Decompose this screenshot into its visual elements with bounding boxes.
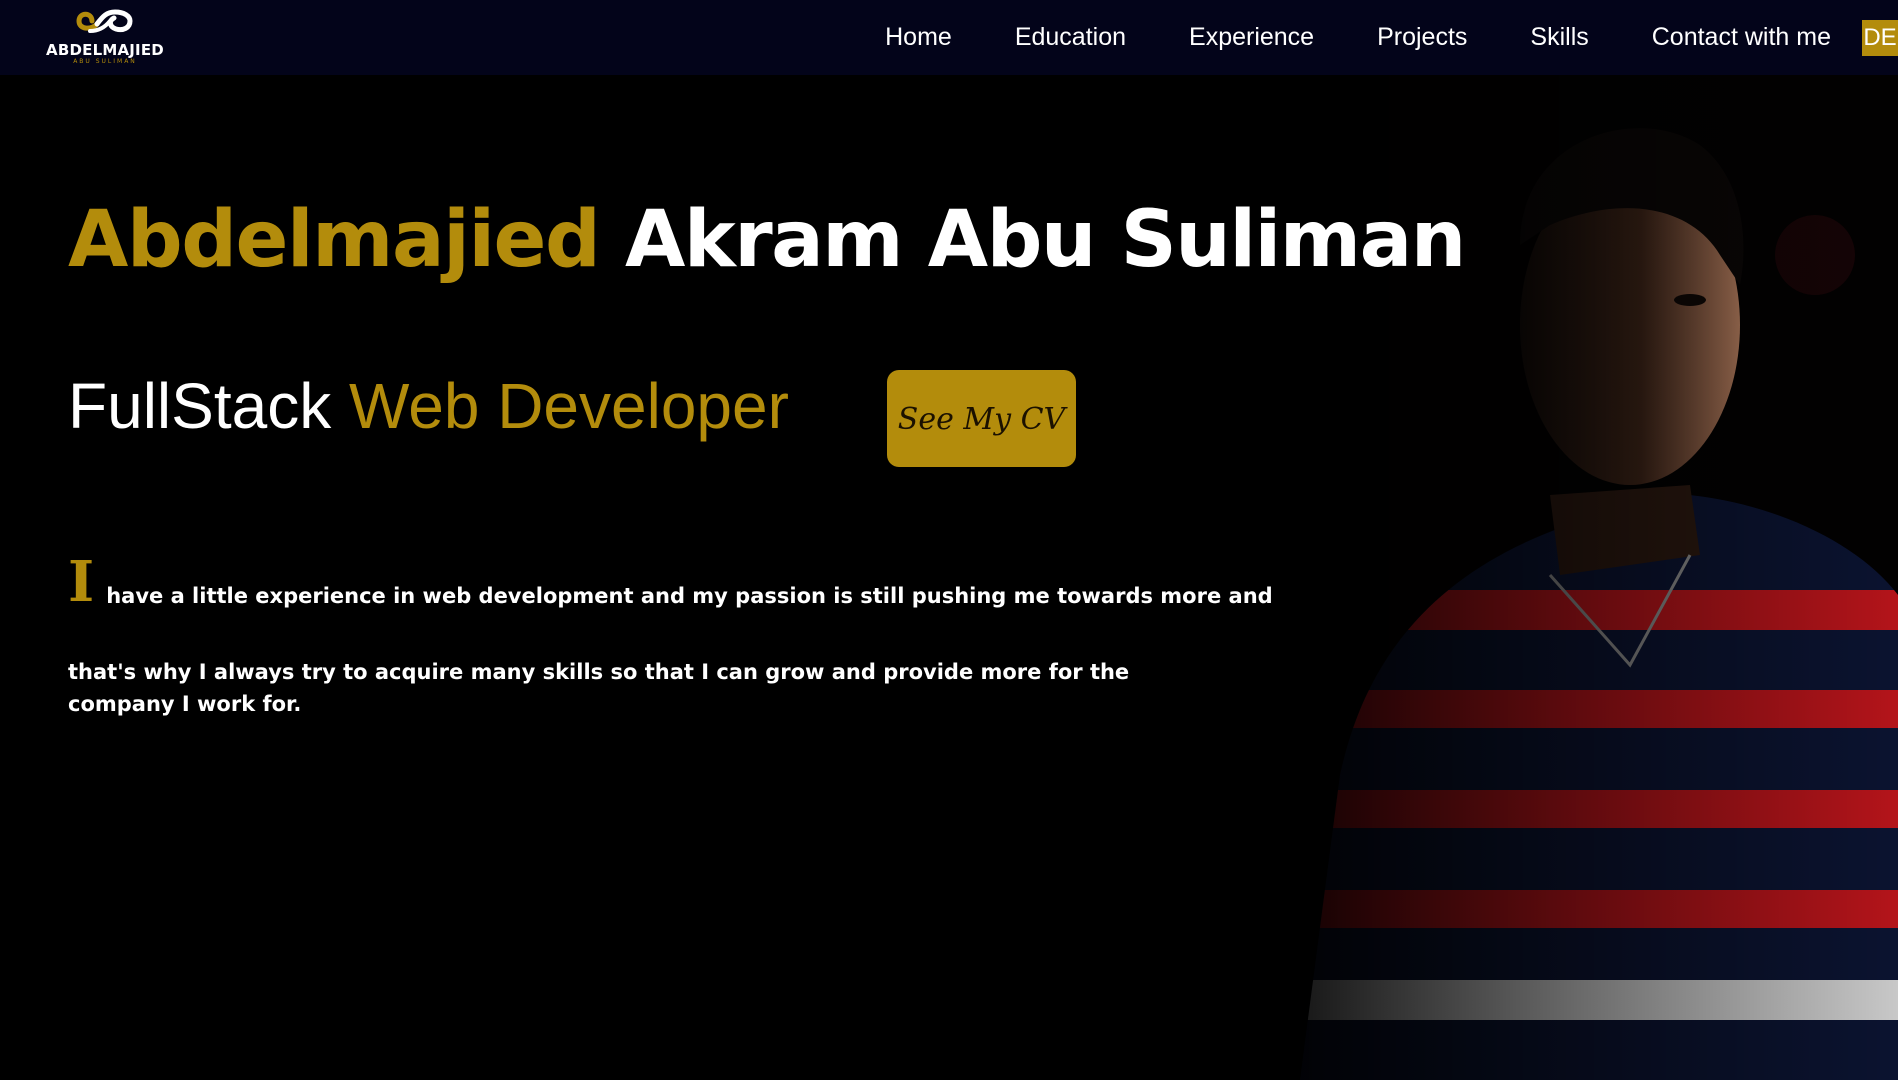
- role-main: Web Developer: [348, 370, 789, 442]
- navbar: ABDELMAJIED ABU SULIMAN Home Education E…: [0, 0, 1898, 75]
- about-text-line2: that's why I always try to acquire many …: [68, 660, 1130, 716]
- hero-first-name: Abdelmajied: [68, 195, 601, 285]
- see-cv-button[interactable]: See My CV: [887, 370, 1076, 467]
- hero-name: Abdelmajied Akram Abu Suliman: [68, 190, 1466, 290]
- nav-item-projects[interactable]: Projects: [1377, 23, 1467, 52]
- logo-name: ABDELMAJIED: [46, 41, 164, 59]
- about-first-line: I have a little experience in web develo…: [68, 548, 1273, 615]
- logo[interactable]: ABDELMAJIED ABU SULIMAN: [46, 4, 164, 70]
- nav-item-education[interactable]: Education: [1015, 23, 1126, 52]
- nav-item-skills[interactable]: Skills: [1530, 23, 1588, 52]
- logo-subtitle: ABU SULIMAN: [73, 58, 137, 65]
- role-prefix: FullStack: [68, 370, 332, 442]
- nav-item-contact[interactable]: Contact with me: [1652, 23, 1831, 52]
- language-button[interactable]: DE: [1862, 19, 1898, 56]
- drop-cap: I: [68, 549, 95, 615]
- infinity-logo-icon: [76, 9, 133, 33]
- about-paragraph: I have a little experience in web develo…: [68, 548, 1273, 720]
- hero-last-name: Akram Abu Suliman: [624, 195, 1466, 285]
- about-text-line1: have a little experience in web developm…: [106, 584, 1273, 608]
- nav-menu: Home Education Experience Projects Skill…: [885, 0, 1898, 75]
- nav-item-home[interactable]: Home: [885, 23, 952, 52]
- hero-role: FullStack Web Developer: [68, 366, 789, 446]
- nav-item-experience[interactable]: Experience: [1189, 23, 1314, 52]
